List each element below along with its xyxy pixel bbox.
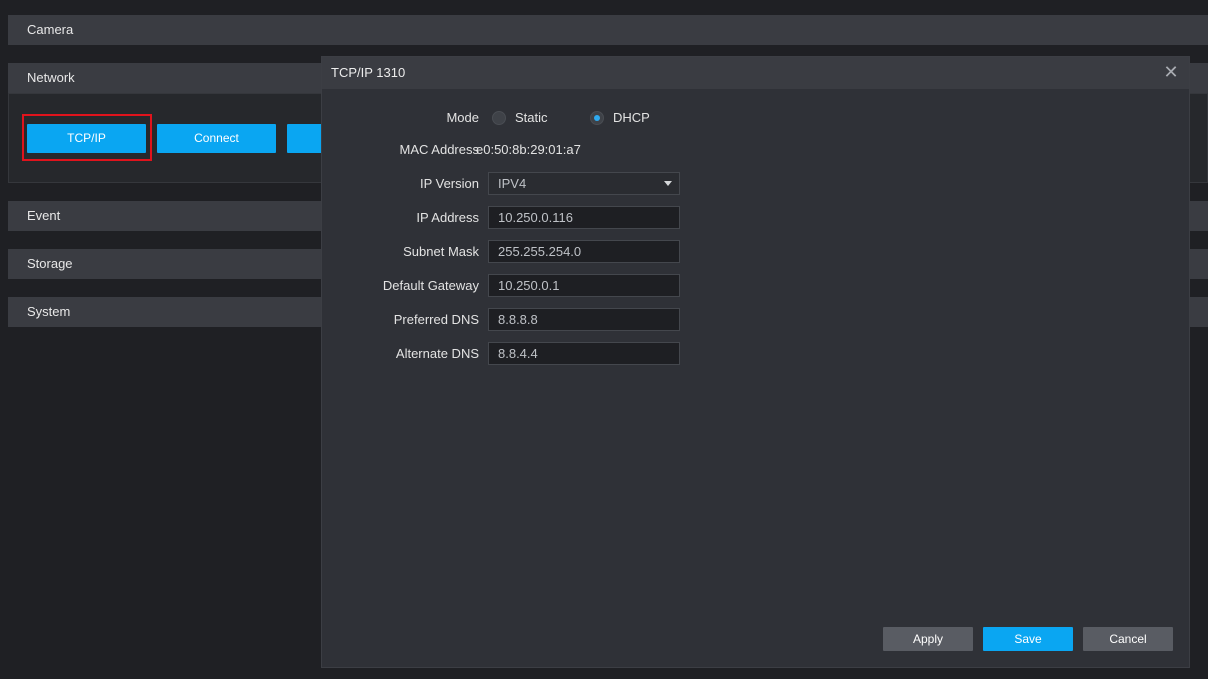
tcpip-highlight-box bbox=[22, 114, 152, 161]
close-icon[interactable]: ✕ bbox=[1161, 62, 1181, 82]
dialog-title-bar[interactable]: TCP/IP 1310 ✕ bbox=[322, 57, 1189, 89]
static-radio[interactable] bbox=[492, 111, 506, 125]
preferred-dns-input[interactable]: 8.8.8.8 bbox=[488, 308, 680, 331]
ip-address-label: IP Address bbox=[416, 210, 479, 225]
section-camera-label: Camera bbox=[27, 22, 74, 37]
mac-label: MAC Address bbox=[399, 142, 479, 157]
connect-button[interactable]: Connect bbox=[157, 124, 276, 153]
alternate-dns-input[interactable]: 8.8.4.4 bbox=[488, 342, 680, 365]
dhcp-radio-label[interactable]: DHCP bbox=[613, 110, 650, 125]
dhcp-radio[interactable] bbox=[590, 111, 604, 125]
mode-label: Mode bbox=[446, 110, 479, 125]
ip-version-select[interactable]: IPV4 bbox=[488, 172, 680, 195]
alternate-dns-label: Alternate DNS bbox=[395, 346, 479, 361]
section-camera[interactable]: Camera bbox=[8, 15, 1208, 45]
default-gateway-input[interactable]: 10.250.0.1 bbox=[488, 274, 680, 297]
section-storage-label: Storage bbox=[27, 256, 73, 271]
save-button[interactable]: Save bbox=[983, 627, 1073, 651]
section-system-label: System bbox=[27, 304, 71, 319]
chevron-down-icon bbox=[664, 181, 672, 186]
dialog-title: TCP/IP 1310 bbox=[331, 65, 406, 80]
mac-value: e0:50:8b:29:01:a7 bbox=[476, 142, 581, 157]
section-network-label: Network bbox=[27, 70, 75, 85]
static-radio-label[interactable]: Static bbox=[515, 110, 548, 125]
section-event-label: Event bbox=[27, 208, 61, 223]
ip-version-label: IP Version bbox=[419, 176, 479, 191]
default-gateway-label: Default Gateway bbox=[382, 278, 479, 293]
preferred-dns-label: Preferred DNS bbox=[393, 312, 479, 327]
subnet-mask-label: Subnet Mask bbox=[403, 244, 479, 259]
cancel-button[interactable]: Cancel bbox=[1083, 627, 1173, 651]
subnet-mask-input[interactable]: 255.255.254.0 bbox=[488, 240, 680, 263]
ip-version-value: IPV4 bbox=[498, 176, 527, 191]
tcpip-dialog: TCP/IP 1310 ✕ Mode Static DHCP MAC Addre… bbox=[321, 56, 1190, 668]
ip-address-input[interactable]: 10.250.0.116 bbox=[488, 206, 680, 229]
apply-button[interactable]: Apply bbox=[883, 627, 973, 651]
